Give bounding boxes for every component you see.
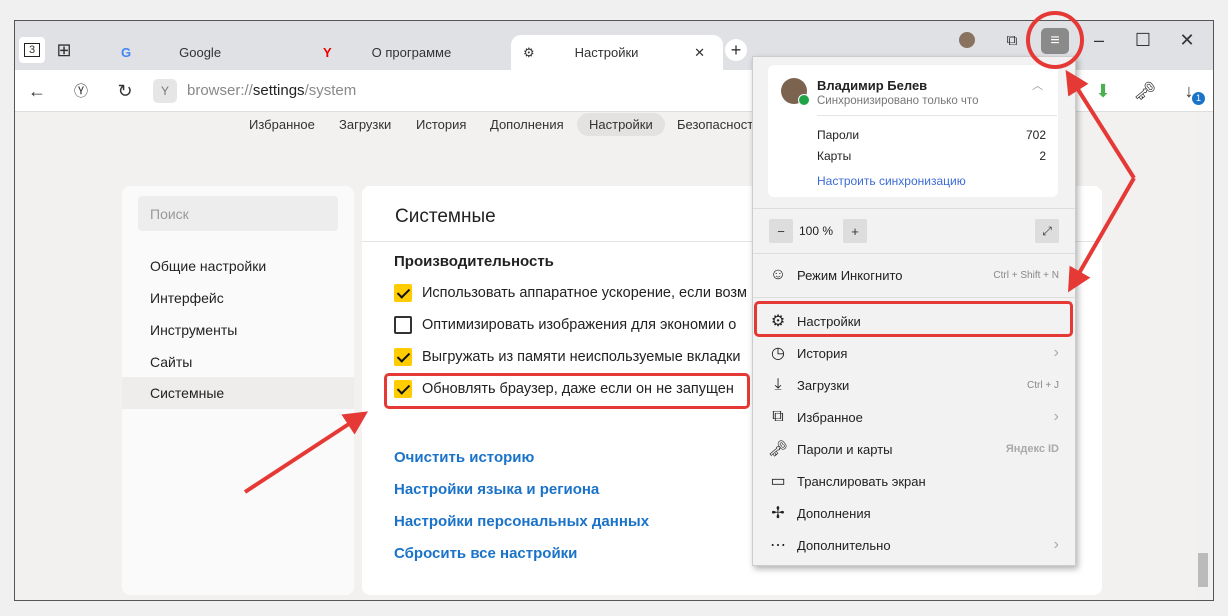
arrow bbox=[1068, 177, 1136, 293]
highlight-circle bbox=[1026, 11, 1084, 69]
annotation-arrows bbox=[243, 11, 1136, 494]
arrow bbox=[1065, 69, 1136, 180]
arrow bbox=[243, 411, 369, 494]
